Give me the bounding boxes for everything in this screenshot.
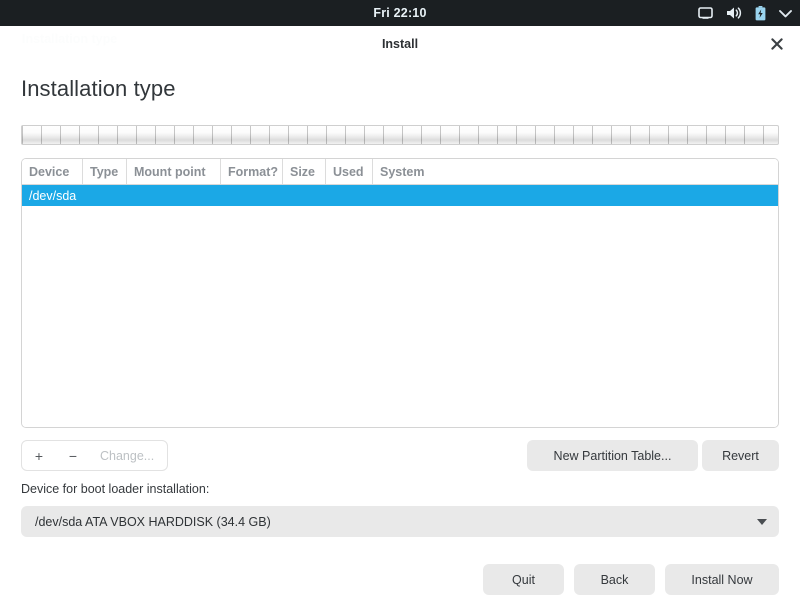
window-titlebar: Installation type Install xyxy=(0,26,800,62)
remove-partition-button[interactable]: − xyxy=(56,441,90,470)
column-header-used[interactable]: Used xyxy=(326,159,373,184)
column-header-type[interactable]: Type xyxy=(83,159,127,184)
partition-usage-bar xyxy=(21,125,779,145)
chevron-down-icon[interactable] xyxy=(779,9,792,18)
back-button[interactable]: Back xyxy=(574,564,655,595)
titlebar-ghost-text: Installation type xyxy=(22,32,117,46)
install-now-button[interactable]: Install Now xyxy=(665,564,779,595)
quit-button[interactable]: Quit xyxy=(483,564,564,595)
topbar-clock[interactable]: Fri 22:10 xyxy=(373,6,426,20)
chevron-down-icon xyxy=(745,519,779,525)
partition-table-panel: DeviceTypeMount pointFormat?SizeUsedSyst… xyxy=(21,158,779,428)
change-partition-button[interactable]: Change... xyxy=(90,441,167,470)
column-header-system[interactable]: System xyxy=(373,159,778,184)
column-header-mount-point[interactable]: Mount point xyxy=(127,159,221,184)
table-header-row: DeviceTypeMount pointFormat?SizeUsedSyst… xyxy=(22,159,778,185)
bootloader-label: Device for boot loader installation: xyxy=(21,482,209,496)
system-tray xyxy=(698,0,792,26)
column-header-device[interactable]: Device xyxy=(22,159,83,184)
volume-icon[interactable] xyxy=(726,6,742,20)
table-row[interactable]: /dev/sda xyxy=(22,185,778,206)
partition-toolbar: + − Change... xyxy=(21,440,168,471)
new-partition-table-button[interactable]: New Partition Table... xyxy=(527,440,698,471)
bootloader-selected-value: /dev/sda ATA VBOX HARDDISK (34.4 GB) xyxy=(21,515,745,529)
bootloader-device-select[interactable]: /dev/sda ATA VBOX HARDDISK (34.4 GB) xyxy=(21,506,779,537)
system-topbar: Fri 22:10 xyxy=(0,0,800,26)
add-partition-button[interactable]: + xyxy=(22,441,56,470)
column-header-size[interactable]: Size xyxy=(283,159,326,184)
close-icon[interactable] xyxy=(764,31,790,57)
battery-charging-icon[interactable] xyxy=(755,6,766,21)
window-title: Install xyxy=(382,37,418,51)
revert-button[interactable]: Revert xyxy=(702,440,779,471)
table-cell-device: /dev/sda xyxy=(22,189,83,203)
table-body[interactable]: /dev/sda xyxy=(22,185,778,427)
column-header-format[interactable]: Format? xyxy=(221,159,283,184)
page-title: Installation type xyxy=(21,76,176,102)
display-icon[interactable] xyxy=(698,7,713,20)
